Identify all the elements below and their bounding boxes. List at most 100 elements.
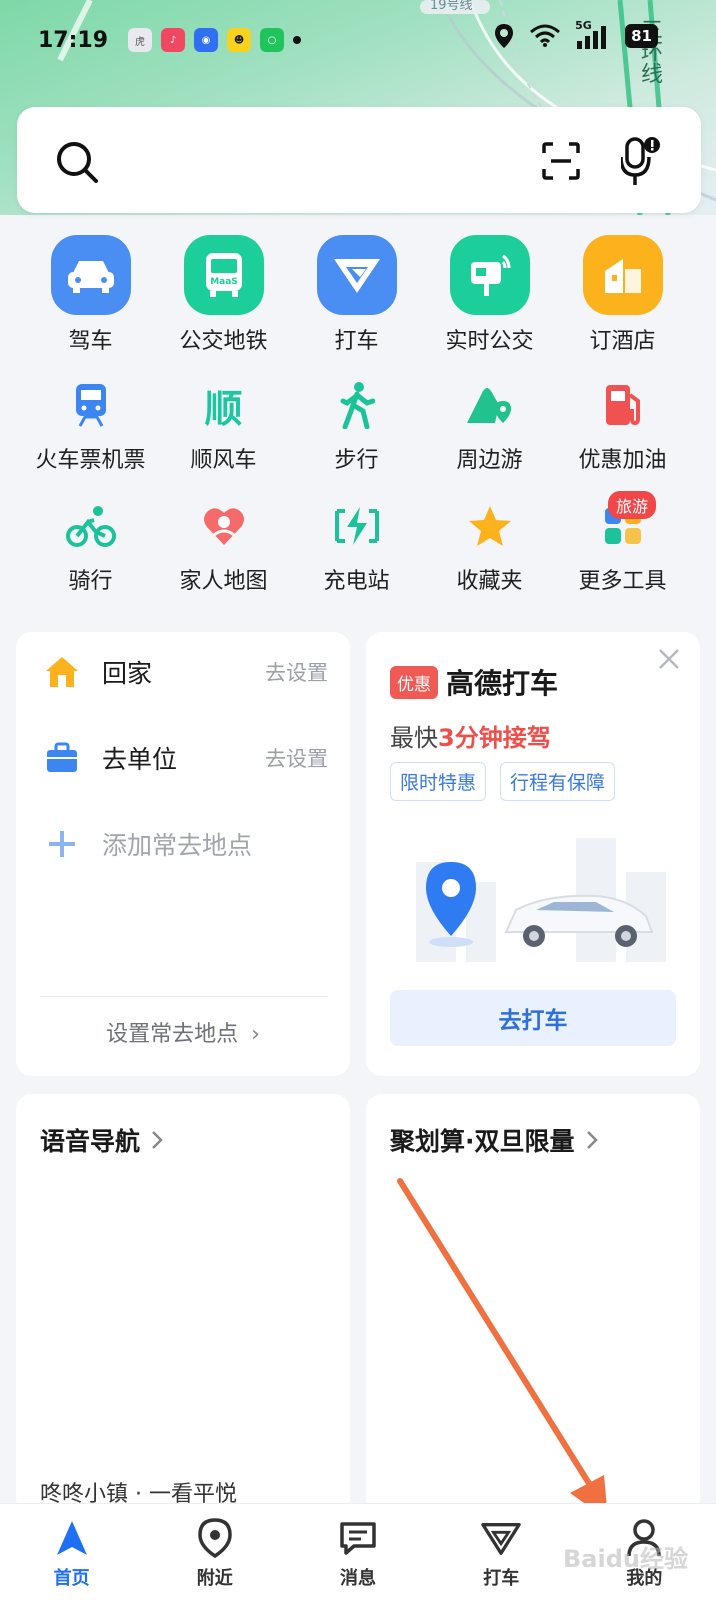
taxi-promo-subtitle: 最快3分钟接驾 [390,718,551,753]
frequent-places-card: 回家 去设置 去单位 去设置 添加常去地点 设置常去地点 › [16,632,350,1076]
chevron-right-icon [152,1131,163,1149]
nav-taxi[interactable]: 打车 [430,1504,573,1600]
taxi-promo-header: 优惠 高德打车 [390,662,558,702]
tool-realtime-bus[interactable]: 实时公交 [423,235,556,356]
tools-row-tertiary: 骑行 家人地图 充电站 收藏夹 旅游 更多工具 [0,477,716,598]
nearby-trip-icon [463,378,517,432]
tool-label: 收藏夹 [456,569,523,594]
tool-taxi[interactable]: 打车 [290,235,423,356]
voice-navigation-title: 语音导航 [40,1127,141,1156]
charging-icon [330,499,384,553]
taxi-promo-title: 高德打车 [446,667,559,700]
fuel-icon [596,378,650,432]
tool-bike[interactable]: 骑行 [24,477,157,598]
star-icon [463,499,517,553]
scan-icon[interactable] [541,141,581,181]
voice-navigation-card[interactable]: 语音导航 咚咚小镇 · 一看平悦 [16,1094,350,1514]
deals-title-row[interactable]: 聚划算·双旦限量 [390,1122,599,1158]
chevron-right-icon [586,1131,598,1149]
tool-label: 更多工具 [578,569,667,594]
baidu-watermark: Baidu经验 [563,1545,688,1573]
nav-label: 首页 [53,1568,90,1589]
tool-favorites[interactable]: 收藏夹 [423,477,556,598]
app-notification-icon: 虎 [128,28,153,52]
more-notifications-dot [293,36,302,44]
home-row[interactable]: 回家 去设置 [44,652,328,692]
promo-tag-limited: 限时特惠 [390,762,487,801]
add-place-row[interactable]: 添加常去地点 [44,824,328,864]
tool-label: 充电站 [323,569,390,594]
tool-hotel[interactable]: 订酒店 [556,235,689,356]
tool-label: 驾车 [68,329,113,354]
tool-nearby-trip[interactable]: 周边游 [423,356,556,477]
car-icon [50,235,131,315]
voice-navigation-title-row[interactable]: 语音导航 [40,1122,164,1158]
tool-more[interactable]: 旅游 更多工具 [556,477,689,598]
tool-charging[interactable]: 充电站 [290,477,423,598]
status-app-icons: 虎 ♪ ◉ ☻ ○ [128,28,302,52]
promo-tag: 优惠 [390,665,438,699]
music-app-icon: ♪ [161,28,186,52]
taxi-icon [316,235,397,315]
work-row[interactable]: 去单位 去设置 [44,738,328,778]
deals-card[interactable]: 聚划算·双旦限量 [366,1094,700,1514]
subtitle-prefix: 最快 [390,724,438,752]
bus-icon: MaaS [183,235,264,315]
walk-icon [330,378,384,432]
work-set-button[interactable]: 去设置 [265,743,328,773]
search-input[interactable] [117,137,517,183]
tool-fuel[interactable]: 优惠加油 [556,356,689,477]
home-icon [44,654,80,690]
baidu-app-icon: ◉ [194,28,219,52]
subtitle-highlight: 3分钟接驾 [438,724,551,752]
taxi-illustration [416,838,666,962]
taxi-promo-tags: 限时特惠 行程有保障 [390,762,616,801]
home-set-button[interactable]: 去设置 [265,657,328,687]
tool-label: 火车票机票 [35,448,146,473]
taxi-promo-card[interactable]: 优惠 高德打车 最快3分钟接驾 限时特惠 行程有保障 去打车 [366,632,700,1076]
set-frequent-places-label: 设置常去地点 [106,1022,239,1047]
set-frequent-places-link[interactable]: 设置常去地点 › [16,1016,350,1048]
tools-row-primary: 驾车 MaaS 公交地铁 打车 实时公交 订酒店 [0,235,716,356]
carpool-glyph: 顺 [204,386,243,431]
home-label: 回家 [102,659,153,688]
tool-label: 步行 [334,448,379,473]
search-icon[interactable] [55,140,99,184]
nav-nearby[interactable]: 附近 [143,1504,286,1600]
tool-bus-metro[interactable]: MaaS 公交地铁 [157,235,290,356]
signal-icon: 5G [575,19,611,49]
bus-stop-icon [449,235,530,315]
tool-label: 打车 [334,329,379,354]
taxi-nav-icon [481,1518,521,1558]
green-app-icon: ○ [260,28,285,52]
tools-row-secondary: 火车票机票 顺 顺风车 步行 周边游 优惠加油 [0,356,716,477]
tool-label: 公交地铁 [179,329,268,354]
tool-walk[interactable]: 步行 [290,356,423,477]
network-type: 5G [575,19,592,32]
battery-indicator: 81 [625,24,658,48]
promo-tag-guarantee: 行程有保障 [500,762,616,801]
tool-family-map[interactable]: 家人地图 [157,477,290,598]
deals-title: 聚划算·双旦限量 [390,1127,575,1156]
status-time: 17:19 [38,27,109,53]
tool-carpool[interactable]: 顺 顺风车 [157,356,290,477]
tool-train-flight[interactable]: 火车票机票 [24,356,157,477]
tool-label: 订酒店 [589,329,656,354]
work-label: 去单位 [102,745,178,774]
tool-label: 家人地图 [179,569,268,594]
close-icon[interactable] [656,646,682,672]
tool-drive[interactable]: 驾车 [24,235,157,356]
voice-input-mic-icon[interactable] [621,135,661,187]
plus-icon [44,826,80,862]
nav-label: 消息 [340,1568,376,1589]
wifi-icon [530,24,561,47]
location-status-icon [495,24,514,48]
nav-messages[interactable]: 消息 [286,1504,429,1600]
hotel-icon [582,235,663,315]
add-place-label: 添加常去地点 [102,831,253,860]
nav-home[interactable]: 首页 [0,1504,143,1600]
tools-grid: 驾车 MaaS 公交地铁 打车 实时公交 订酒店 火车票机票 顺 顺风车 步行 … [0,235,716,598]
tool-label: 优惠加油 [578,448,667,473]
go-taxi-button[interactable]: 去打车 [390,990,676,1046]
search-bar[interactable] [17,107,701,213]
